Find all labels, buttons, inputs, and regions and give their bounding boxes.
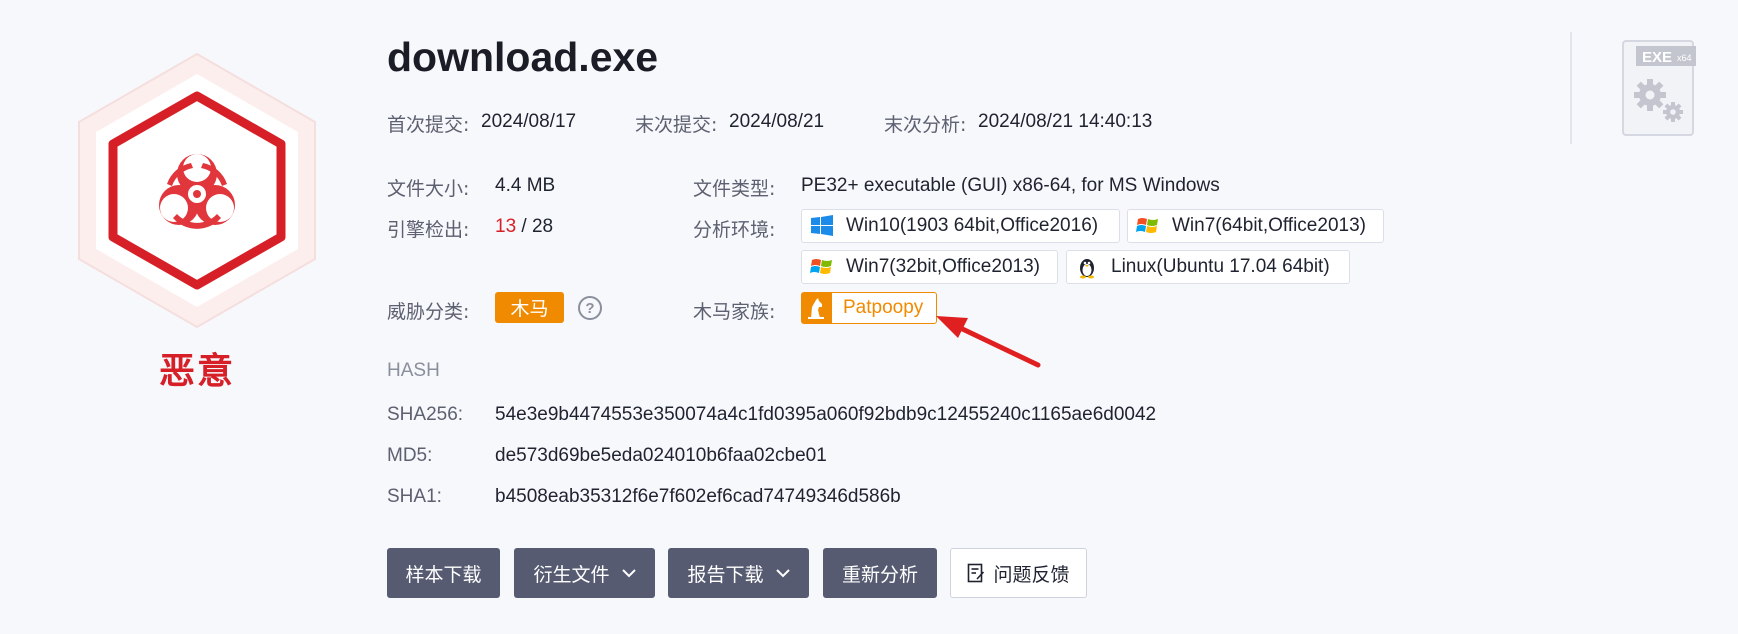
engines-label: 引擎检出: <box>387 219 470 241</box>
family-name: Patpoopy <box>843 297 924 318</box>
download-report-button[interactable]: 报告下载 <box>668 548 809 598</box>
download-report-label: 报告下载 <box>687 563 764 586</box>
first-submit-value: 2024/08/17 <box>481 111 577 132</box>
engines-value: 13 / 28 <box>495 216 553 238</box>
env-tag-win10[interactable]: Win10(1903 64bit,Office2016) <box>801 209 1120 243</box>
md5-value: de573d69be5eda024010b6faa02cbe01 <box>495 445 827 466</box>
windows7-icon <box>810 259 832 274</box>
env-tag-label: Win7(64bit,Office2013) <box>1172 215 1366 236</box>
exe-x64-filetype-icon: EXE x64 <box>1620 38 1698 138</box>
biohazard-hexagon-icon <box>78 52 316 329</box>
file-report-page: 恶意 download.exe 首次提交: 2024/08/17 末次提交: 2… <box>0 0 1738 634</box>
windows7-icon <box>1136 218 1158 233</box>
help-icon[interactable]: ? <box>578 296 602 320</box>
threat-tag: 木马 <box>495 292 564 323</box>
linux-tux-icon <box>1080 259 1094 279</box>
last-analysis-value: 2024/08/21 14:40:13 <box>978 111 1153 132</box>
last-analysis-label: 末次分析: <box>884 114 967 136</box>
sha256-label: SHA256: <box>387 404 464 425</box>
filetype-arch: x64 <box>1677 53 1692 63</box>
file-size-value: 4.4 MB <box>495 175 556 196</box>
env-tag-label: Linux(Ubuntu 17.04 64bit) <box>1111 256 1330 277</box>
derived-files-label: 衍生文件 <box>533 563 610 586</box>
env-tag-linux[interactable]: Linux(Ubuntu 17.04 64bit) <box>1066 250 1350 284</box>
last-submit-value: 2024/08/21 <box>729 111 825 132</box>
chevron-down-icon <box>775 569 790 578</box>
file-type-label: 文件类型: <box>693 178 776 200</box>
family-label: 木马家族: <box>693 301 776 323</box>
hash-section-title: HASH <box>387 360 440 381</box>
sha1-label: SHA1: <box>387 486 442 507</box>
sha1-value: b4508eab35312f6e7f602ef6cad74749346d586b <box>495 486 901 507</box>
engines-detected: 13 <box>495 216 517 237</box>
vertical-divider <box>1570 32 1572 144</box>
reanalyze-button[interactable]: 重新分析 <box>823 548 937 598</box>
env-label: 分析环境: <box>693 219 776 241</box>
sha256-value: 54e3e9b4474553e350074a4c1fd0395a060f92bd… <box>495 404 1157 425</box>
chevron-down-icon <box>621 569 636 578</box>
windows10-icon <box>811 215 833 236</box>
file-size-label: 文件大小: <box>387 178 470 200</box>
file-type-value: PE32+ executable (GUI) x86-64, for MS Wi… <box>801 175 1220 196</box>
verdict-label: 恶意 <box>158 351 235 392</box>
file-name-title: download.exe <box>387 34 659 80</box>
last-submit-label: 末次提交: <box>635 114 718 136</box>
threat-label: 威胁分类: <box>387 301 470 323</box>
annotation-arrow-icon <box>936 316 1041 368</box>
env-tag-label: Win10(1903 64bit,Office2016) <box>846 215 1099 236</box>
trojan-horse-icon <box>802 293 832 323</box>
env-tag-label: Win7(32bit,Office2013) <box>846 256 1040 277</box>
env-tag-win7-32[interactable]: Win7(32bit,Office2013) <box>801 250 1058 284</box>
first-submit-label: 首次提交: <box>387 114 470 136</box>
verdict-badge: 恶意 <box>72 52 322 392</box>
feedback-label: 问题反馈 <box>993 563 1070 586</box>
filetype-badge: EXE <box>1642 49 1672 66</box>
feedback-edit-icon <box>968 563 985 583</box>
reanalyze-label: 重新分析 <box>841 563 918 586</box>
derived-files-button[interactable]: 衍生文件 <box>514 548 655 598</box>
feedback-button[interactable]: 问题反馈 <box>950 548 1087 598</box>
env-tag-win7-64[interactable]: Win7(64bit,Office2013) <box>1127 209 1384 243</box>
download-sample-label: 样本下载 <box>405 563 482 586</box>
engines-separator: / <box>521 216 527 237</box>
download-sample-button[interactable]: 样本下载 <box>387 548 500 598</box>
family-tag[interactable]: Patpoopy <box>801 292 937 324</box>
engines-total: 28 <box>531 216 554 237</box>
md5-label: MD5: <box>387 445 433 466</box>
